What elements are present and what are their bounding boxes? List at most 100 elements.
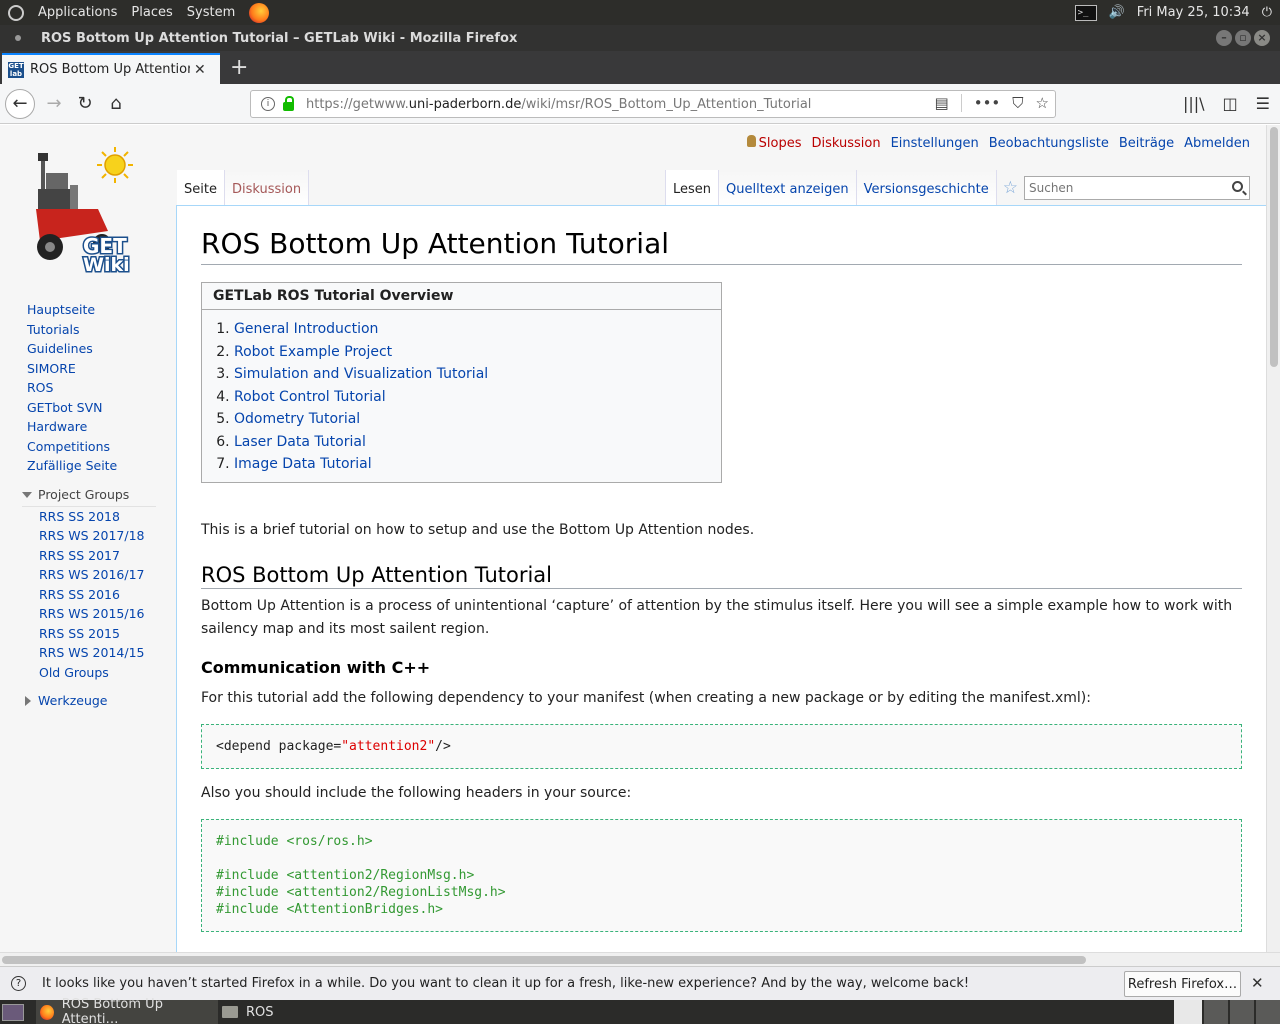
url-bar[interactable]: i https://getwww.uni-paderborn.de/wiki/m… (250, 90, 1056, 118)
expanded-triangle-icon (22, 491, 32, 498)
back-button[interactable]: ← (5, 89, 35, 119)
reader-view-icon[interactable]: ▤ (935, 94, 949, 112)
minimize-button[interactable]: – (1216, 30, 1232, 46)
sidebar-item-competitions[interactable]: Competitions (0, 437, 176, 457)
sidebar-item-rrs-ss-2015[interactable]: RRS SS 2015 (0, 624, 176, 644)
close-window-button[interactable]: × (1254, 30, 1270, 46)
tab-read[interactable]: Lesen (665, 170, 720, 205)
sidebar-item-rrs-ws-2016-17[interactable]: RRS WS 2016/17 (0, 565, 176, 585)
firefox-icon (40, 1004, 54, 1020)
preferences-link[interactable]: Einstellungen (891, 136, 979, 151)
maximize-button[interactable]: ▫ (1235, 30, 1251, 46)
volume-icon[interactable]: 🔊 (1109, 5, 1125, 20)
show-desktop-icon[interactable] (2, 1003, 24, 1021)
sidebar-item-rrs-ss-2016[interactable]: RRS SS 2016 (0, 585, 176, 605)
user-talk-link[interactable]: Diskussion (811, 136, 880, 151)
library-icon[interactable]: |||\ (1183, 94, 1205, 113)
taskbar-item-firefox[interactable]: ROS Bottom Up Attenti… (36, 997, 218, 1024)
horizontal-scroll-thumb[interactable] (2, 956, 1086, 964)
search-input[interactable] (1025, 181, 1220, 195)
pocket-icon[interactable]: ⛉ (1012, 94, 1023, 112)
page-actions-icon[interactable]: ••• (974, 94, 1001, 112)
workspace-4[interactable] (1256, 1000, 1280, 1024)
sidebar-item-rrs-ws-2014-15[interactable]: RRS WS 2014/15 (0, 643, 176, 663)
workspace-3[interactable] (1230, 1000, 1254, 1024)
site-info-icon[interactable]: i (261, 97, 275, 111)
url-text[interactable]: https://getwww.uni-paderborn.de/wiki/msr… (306, 97, 811, 112)
sidebar-item-ros[interactable]: ROS (0, 378, 176, 398)
terminal-icon[interactable]: >_ (1074, 4, 1097, 21)
toc-link-image-data[interactable]: Image Data Tutorial (234, 456, 372, 472)
notification-bar: ? It looks like you haven’t started Fire… (0, 966, 1280, 1000)
new-tab-button[interactable]: + (230, 55, 248, 80)
navigation-bar: ← → ↻ ⌂ i https://getwww.uni-paderborn.d… (0, 84, 1280, 124)
sidebar-item-simore[interactable]: SIMORE (0, 359, 176, 379)
project-groups-toggle[interactable]: Project Groups (22, 484, 156, 507)
menu-system[interactable]: System (187, 5, 235, 20)
workspace-2[interactable] (1204, 1000, 1228, 1024)
tab-page[interactable]: Seite (177, 170, 225, 205)
workspace-1[interactable] (1174, 1000, 1202, 1024)
toc-link-robot-example-project[interactable]: Robot Example Project (234, 344, 392, 360)
watch-star-icon[interactable]: ☆ (997, 170, 1024, 205)
workspace-switcher (1174, 1000, 1280, 1024)
watchlist-link[interactable]: Beobachtungsliste (989, 136, 1109, 151)
menu-applications[interactable]: Applications (38, 5, 117, 20)
firefox-launcher-icon[interactable] (249, 2, 270, 23)
menu-places[interactable]: Places (131, 5, 172, 20)
search-icon[interactable] (1232, 181, 1243, 192)
tab-active[interactable]: GET lab ROS Bottom Up Attention T ✕ (2, 53, 220, 84)
sidebar-item-rrs-ws-2017-18[interactable]: RRS WS 2017/18 (0, 526, 176, 546)
tab-view-source[interactable]: Quelltext anzeigen (719, 170, 857, 205)
refresh-firefox-button[interactable]: Refresh Firefox… (1124, 971, 1241, 997)
intro-paragraph: This is a brief tutorial on how to setup… (201, 521, 755, 538)
getwiki-logo[interactable]: GET Wiki (28, 145, 153, 275)
separator (960, 94, 962, 112)
sidebar-item-getbot-svn[interactable]: GETbot SVN (0, 398, 176, 418)
bookmark-star-icon[interactable]: ☆ (1036, 94, 1049, 112)
vertical-scroll-thumb[interactable] (1270, 127, 1278, 367)
taskbar: ROS Bottom Up Attenti… ROS (0, 997, 1280, 1024)
sidebar-item-rrs-ss-2018[interactable]: RRS SS 2018 (0, 507, 176, 527)
sidebar-item-tutorials[interactable]: Tutorials (0, 320, 176, 340)
toc-title: GETLab ROS Tutorial Overview (202, 283, 721, 310)
user-link[interactable]: Slopes (746, 135, 801, 151)
tab-strip: GET lab ROS Bottom Up Attention T ✕ + (0, 51, 1280, 84)
sidebar-toggle-icon[interactable]: ◫ (1223, 94, 1238, 113)
toc-link-robot-control[interactable]: Robot Control Tutorial (234, 389, 386, 405)
hamburger-menu-icon[interactable]: ☰ (1256, 94, 1270, 113)
sidebar-item-guidelines[interactable]: Guidelines (0, 339, 176, 359)
toc-link-general-introduction[interactable]: General Introduction (234, 321, 378, 337)
window-menu-icon[interactable] (15, 35, 21, 41)
taskbar-item-ros-folder[interactable]: ROS (218, 1000, 282, 1024)
logout-link[interactable]: Abmelden (1184, 136, 1250, 151)
home-button[interactable]: ⌂ (102, 90, 130, 118)
toc-item: Simulation and Visualization Tutorial (234, 363, 721, 386)
clock[interactable]: Fri May 25, 10:34 (1137, 5, 1250, 20)
reload-button[interactable]: ↻ (71, 90, 99, 118)
tab-history[interactable]: Versionsgeschichte (856, 170, 997, 205)
tools-toggle[interactable]: Werkzeuge (25, 690, 176, 712)
toc-link-odometry[interactable]: Odometry Tutorial (234, 411, 360, 427)
contributions-link[interactable]: Beiträge (1119, 136, 1174, 151)
sidebar-item-hardware[interactable]: Hardware (0, 417, 176, 437)
sidebar-item-hauptseite[interactable]: Hauptseite (0, 300, 176, 320)
toc-link-laser-data[interactable]: Laser Data Tutorial (234, 434, 366, 450)
tab-close-icon[interactable]: ✕ (194, 62, 206, 78)
vertical-scrollbar[interactable] (1266, 125, 1280, 952)
horizontal-scrollbar[interactable] (0, 952, 1280, 966)
forward-button[interactable]: → (40, 90, 68, 118)
notification-message: It looks like you haven’t started Firefo… (42, 976, 970, 991)
toc-link-simulation-visualization[interactable]: Simulation and Visualization Tutorial (234, 366, 488, 382)
sidebar-item-rrs-ws-2015-16[interactable]: RRS WS 2015/16 (0, 604, 176, 624)
power-icon[interactable]: ⏻ (1262, 5, 1272, 20)
notification-close-icon[interactable]: ✕ (1251, 974, 1264, 992)
tools-link[interactable]: Werkzeuge (38, 690, 108, 712)
personal-tools: Slopes Diskussion Einstellungen Beobacht… (746, 135, 1250, 151)
sidebar-item-random-page[interactable]: Zufällige Seite (0, 456, 176, 476)
lock-icon[interactable] (283, 95, 294, 111)
ubuntu-logo-icon[interactable] (8, 4, 24, 21)
tab-discussion[interactable]: Diskussion (224, 170, 310, 205)
sidebar-item-rrs-ss-2017[interactable]: RRS SS 2017 (0, 546, 176, 566)
sidebar-item-old-groups[interactable]: Old Groups (0, 663, 176, 683)
